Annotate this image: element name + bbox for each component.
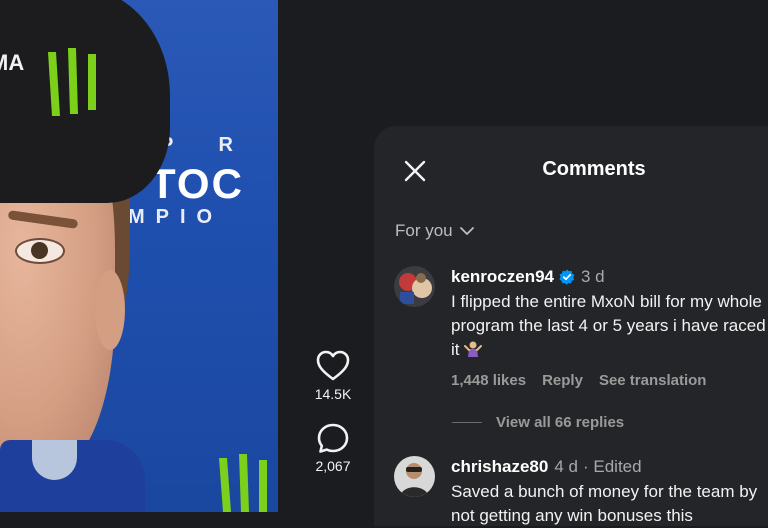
cap-claw-logo (48, 48, 96, 116)
comment-text: I flipped the entire MxoN bill for my wh… (451, 292, 766, 359)
verified-badge-icon (559, 269, 575, 285)
comment-username[interactable]: chrishaze80 (451, 456, 548, 478)
person-eye (15, 238, 65, 264)
comment-time: 3 d (581, 267, 605, 286)
view-replies-button[interactable]: View all 66 replies (452, 414, 624, 431)
comment-bubble-icon (317, 423, 349, 453)
comments-sheet: Comments For you kenroczen94 3 d I flipp… (374, 126, 768, 526)
like-count: 14.5K (314, 386, 352, 402)
comment-time: 4 d (554, 457, 578, 476)
monster-claw-logo (219, 454, 267, 512)
comment-button[interactable]: 2,067 (300, 422, 366, 474)
action-rail: 14.5K 2,067 (300, 350, 366, 494)
sort-dropdown[interactable]: For you (395, 221, 475, 241)
comment-likes[interactable]: 1,448 likes (451, 372, 526, 389)
baseball-cap: MA (0, 0, 170, 203)
sort-label: For you (395, 221, 453, 240)
heart-icon (316, 350, 350, 381)
jersey (0, 440, 145, 512)
like-button[interactable]: 14.5K (300, 350, 366, 402)
backdrop-text-bottom: MPIO (128, 206, 224, 228)
person-ear (95, 270, 125, 350)
sheet-title: Comments (542, 158, 646, 180)
reply-button[interactable]: Reply (542, 372, 583, 389)
video-player[interactable]: P R TOC MPIO MA (0, 0, 278, 512)
backdrop-text-top: P R (160, 134, 253, 156)
comment-edited-label: · Edited (582, 457, 642, 476)
backdrop-text-main: TOC (150, 160, 244, 207)
avatar[interactable] (394, 266, 435, 307)
chevron-down-icon (459, 227, 474, 235)
avatar[interactable] (394, 456, 435, 497)
shrug-emoji (464, 341, 483, 357)
see-translation-button[interactable]: See translation (599, 372, 707, 389)
divider-line (452, 422, 482, 423)
cap-brand-text: MA (0, 50, 25, 75)
comment-text: Saved a bunch of money for the team by n… (451, 482, 758, 525)
view-replies-label: View all 66 replies (496, 414, 625, 431)
comment-username[interactable]: kenroczen94 (451, 266, 554, 288)
comment-count: 2,067 (315, 458, 351, 474)
